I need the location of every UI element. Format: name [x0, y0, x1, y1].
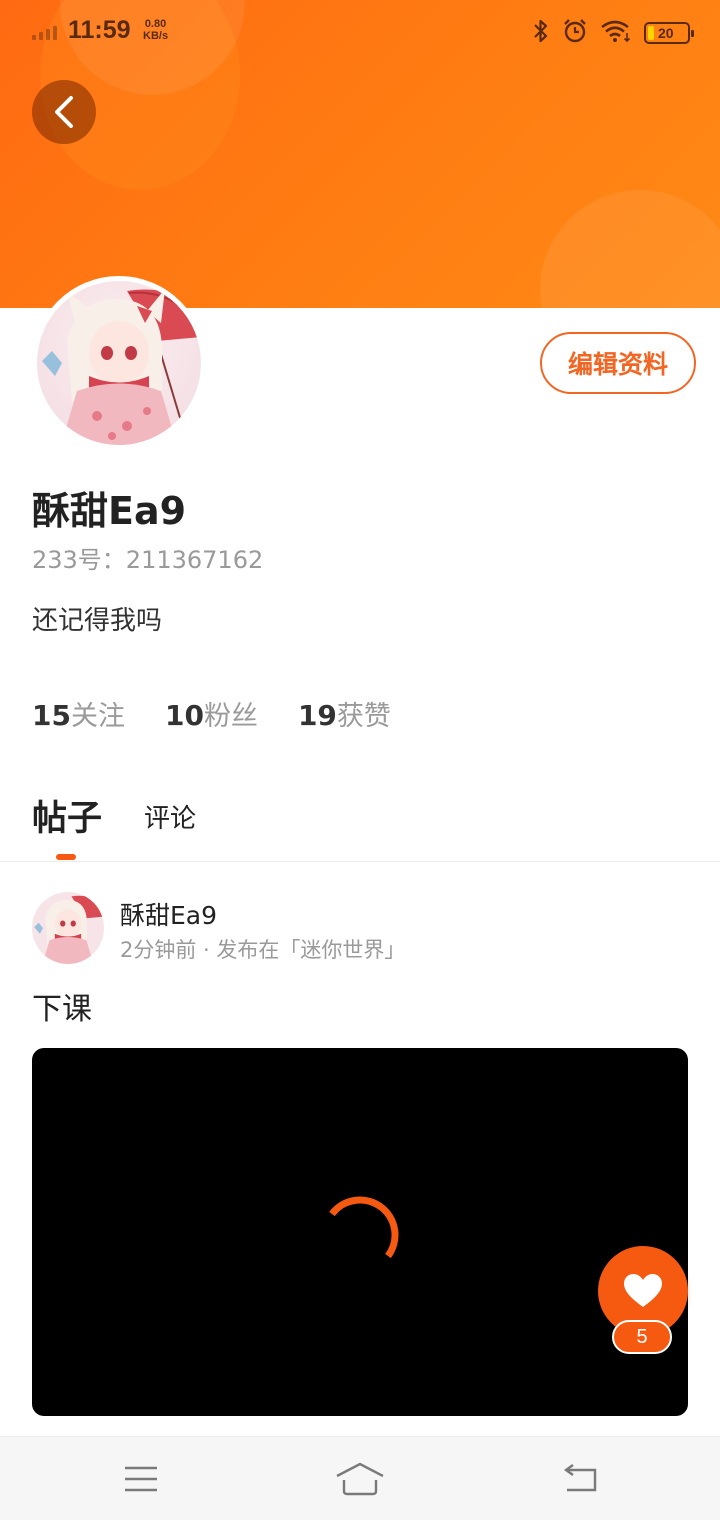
stat-followers-label: 粉丝: [203, 701, 258, 732]
profile-avatar[interactable]: [32, 276, 206, 450]
stat-following-label: 关注: [70, 701, 125, 732]
stat-following[interactable]: 15 关注: [32, 694, 125, 733]
battery-level: 20: [658, 25, 674, 41]
status-bar: 11:59 0.80 KB/s 20: [0, 0, 720, 64]
profile-bio: 还记得我吗: [32, 606, 163, 636]
back-button[interactable]: [32, 80, 96, 144]
stat-followers[interactable]: 10 粉丝: [165, 694, 258, 733]
stat-likes-count: 19: [297, 699, 337, 732]
profile-screen: 11:59 0.80 KB/s 20 编辑资料 酥甜Ea9 233号：21136…: [0, 0, 720, 1520]
network-speed: 0.80 KB/s: [143, 18, 168, 42]
stat-followers-count: 10: [164, 699, 204, 732]
profile-uid: 233号：211367162: [32, 546, 264, 574]
post-title[interactable]: 下课: [32, 984, 92, 1028]
bluetooth-icon: [532, 18, 550, 48]
stat-following-count: 15: [32, 699, 71, 732]
spinner-icon: [329, 1196, 399, 1259]
network-speed-unit: KB/s: [143, 30, 169, 42]
tab-posts[interactable]: 帖子: [32, 790, 102, 841]
chevron-left-icon: [55, 96, 73, 128]
like-count-badge: 5: [612, 1320, 672, 1354]
post-author-name[interactable]: 酥甜Ea9: [120, 896, 217, 932]
profile-username: 酥甜Ea9: [32, 489, 187, 533]
network-speed-value: 0.80: [144, 18, 167, 30]
home-icon: [336, 1462, 384, 1496]
post-video[interactable]: [32, 1048, 688, 1416]
active-tab-indicator: [56, 854, 76, 860]
post-meta: 2分钟前 · 发布在「迷你世界」: [120, 938, 406, 962]
signal-icon: [32, 26, 57, 40]
stat-likes-label: 获赞: [336, 701, 391, 732]
edit-profile-button[interactable]: 编辑资料: [540, 332, 696, 394]
status-time: 11:59: [68, 16, 131, 44]
home-button[interactable]: [335, 1457, 385, 1501]
battery-icon: 20: [644, 22, 694, 44]
alarm-icon: [562, 18, 588, 48]
menu-icon: [125, 1466, 157, 1492]
system-nav-bar: [0, 1436, 720, 1520]
stat-likes[interactable]: 19 获赞: [298, 694, 391, 733]
tab-comments[interactable]: 评论: [144, 798, 196, 835]
post-author-avatar[interactable]: [32, 892, 104, 964]
profile-stats: 15 关注 10 粉丝 19 获赞: [32, 694, 391, 733]
system-back-button[interactable]: [554, 1457, 604, 1501]
heart-icon: [624, 1274, 662, 1307]
profile-tabs: 帖子 评论: [0, 780, 720, 862]
wifi-icon: [600, 19, 632, 47]
menu-button[interactable]: [116, 1457, 166, 1501]
back-icon: [563, 1464, 597, 1492]
